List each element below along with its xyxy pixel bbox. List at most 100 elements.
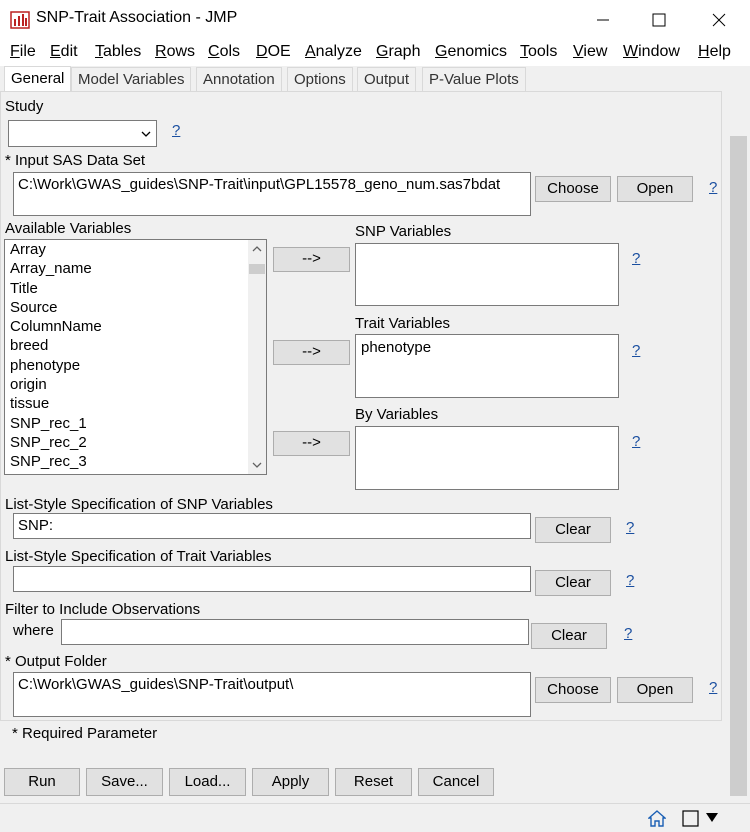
apply-button[interactable]: Apply [252, 768, 329, 796]
scrollbar-thumb[interactable] [730, 136, 747, 796]
output-folder-label: * Output Folder [5, 653, 107, 670]
list-trait-help-link[interactable]: ? [626, 572, 634, 589]
study-dropdown[interactable] [8, 120, 157, 147]
study-help-link[interactable]: ? [172, 122, 180, 139]
tab-p-value-plots[interactable]: P-Value Plots [422, 67, 526, 91]
filter-where-input[interactable] [61, 619, 529, 645]
list-item[interactable]: Source [5, 298, 266, 317]
cancel-button[interactable]: Cancel [418, 768, 494, 796]
save-button[interactable]: Save... [86, 768, 163, 796]
list-trait-clear-button[interactable]: Clear [535, 570, 611, 596]
title-bar: SNP-Trait Association - JMP [0, 0, 750, 40]
menu-file[interactable]: File [10, 43, 36, 61]
input-help-link[interactable]: ? [709, 179, 717, 196]
list-item[interactable]: tissue [5, 394, 266, 413]
available-variables-label: Available Variables [5, 220, 132, 237]
filter-where-label: where [13, 622, 54, 639]
filter-label: Filter to Include Observations [5, 601, 201, 618]
add-by-variable-button[interactable]: --> [273, 431, 350, 456]
menu-tools[interactable]: Tools [520, 43, 557, 61]
jmp-app-icon [10, 11, 30, 29]
snp-variables-list[interactable] [355, 243, 619, 306]
maximize-button[interactable] [634, 0, 684, 40]
tab-general[interactable]: General [4, 66, 72, 92]
list-item[interactable]: Array [5, 240, 266, 259]
list-snp-label: List-Style Specification of SNP Variable… [5, 496, 273, 513]
dropdown-arrow-icon[interactable] [706, 813, 718, 823]
tab-model-variables[interactable]: Model Variables [71, 67, 192, 91]
add-snp-variable-button[interactable]: --> [273, 247, 350, 272]
menu-genomics[interactable]: Genomics [435, 43, 507, 61]
list-item[interactable]: SNP_rec_3 [5, 452, 266, 471]
menu-edit[interactable]: Edit [50, 43, 78, 61]
input-choose-button[interactable]: Choose [535, 176, 611, 202]
status-bar [0, 803, 750, 832]
input-dataset-field[interactable]: C:\Work\GWAS_guides\SNP-Trait\input\GPL1… [13, 172, 531, 216]
menu-window[interactable]: Window [623, 43, 680, 61]
menu-cols[interactable]: Cols [208, 43, 240, 61]
menu-view[interactable]: View [573, 43, 607, 61]
minimize-icon [597, 19, 609, 21]
menu-rows[interactable]: Rows [155, 43, 195, 61]
scroll-up-icon[interactable] [252, 245, 262, 253]
list-item[interactable]: breed [5, 336, 266, 355]
tab-options[interactable]: Options [287, 67, 353, 91]
home-icon[interactable] [648, 810, 666, 827]
menu-doe[interactable]: DOE [256, 43, 291, 61]
trait-variables-help-link[interactable]: ? [632, 342, 640, 359]
trait-variables-label: Trait Variables [355, 315, 451, 332]
output-open-button[interactable]: Open [617, 677, 693, 703]
scroll-down-icon[interactable] [252, 461, 262, 469]
list-item[interactable]: Title [5, 279, 266, 298]
trait-variables-list[interactable]: phenotype [355, 334, 619, 398]
study-label: Study [5, 98, 44, 115]
snp-variables-help-link[interactable]: ? [632, 250, 640, 267]
available-list-scrollbar[interactable] [248, 240, 266, 474]
add-trait-variable-button[interactable]: --> [273, 340, 350, 365]
window-layout-icon[interactable] [682, 810, 699, 827]
input-open-button[interactable]: Open [617, 176, 693, 202]
filter-help-link[interactable]: ? [624, 625, 632, 642]
list-snp-clear-button[interactable]: Clear [535, 517, 611, 543]
by-variables-label: By Variables [355, 406, 439, 423]
menu-tables[interactable]: Tables [95, 43, 141, 61]
list-item[interactable]: ColumnName [5, 317, 266, 336]
window-scrollbar[interactable] [727, 91, 750, 801]
list-item[interactable]: origin [5, 375, 266, 394]
menu-bar: File Edit Tables Rows Cols DOE Analyze G… [0, 40, 750, 66]
list-item[interactable]: phenotype [5, 356, 266, 375]
close-icon [712, 13, 726, 27]
required-parameter-note: * Required Parameter [12, 725, 158, 742]
available-variables-list[interactable]: Array Array_name Title Source ColumnName… [4, 239, 267, 475]
output-help-link[interactable]: ? [709, 679, 717, 696]
menu-analyze[interactable]: Analyze [305, 43, 362, 61]
list-snp-input[interactable]: SNP: [13, 513, 531, 539]
output-choose-button[interactable]: Choose [535, 677, 611, 703]
filter-clear-button[interactable]: Clear [531, 623, 607, 649]
close-button[interactable] [694, 0, 744, 40]
tab-output[interactable]: Output [357, 67, 417, 91]
reset-button[interactable]: Reset [335, 768, 412, 796]
input-dataset-label: * Input SAS Data Set [5, 152, 146, 169]
list-snp-help-link[interactable]: ? [626, 519, 634, 536]
tab-annotation[interactable]: Annotation [196, 67, 282, 91]
list-item[interactable]: Array_name [5, 259, 266, 278]
list-trait-input[interactable] [13, 566, 531, 592]
output-folder-field[interactable]: C:\Work\GWAS_guides\SNP-Trait\output\ [13, 672, 531, 717]
list-item[interactable]: phenotype [356, 335, 618, 356]
scrollbar-thumb[interactable] [249, 264, 265, 274]
menu-graph[interactable]: Graph [376, 43, 420, 61]
menu-help[interactable]: Help [698, 43, 731, 61]
list-item[interactable]: SNP_rec_2 [5, 433, 266, 452]
chevron-down-icon [141, 131, 151, 137]
run-button[interactable]: Run [4, 768, 80, 796]
by-variables-list[interactable] [355, 426, 619, 490]
minimize-button[interactable] [578, 0, 628, 40]
snp-variables-label: SNP Variables [355, 223, 452, 240]
list-item[interactable]: SNP_rec_1 [5, 414, 266, 433]
window-title: SNP-Trait Association - JMP [36, 9, 238, 26]
load-button[interactable]: Load... [169, 768, 246, 796]
list-trait-label: List-Style Specification of Trait Variab… [5, 548, 272, 565]
maximize-icon [652, 13, 666, 27]
by-variables-help-link[interactable]: ? [632, 433, 640, 450]
